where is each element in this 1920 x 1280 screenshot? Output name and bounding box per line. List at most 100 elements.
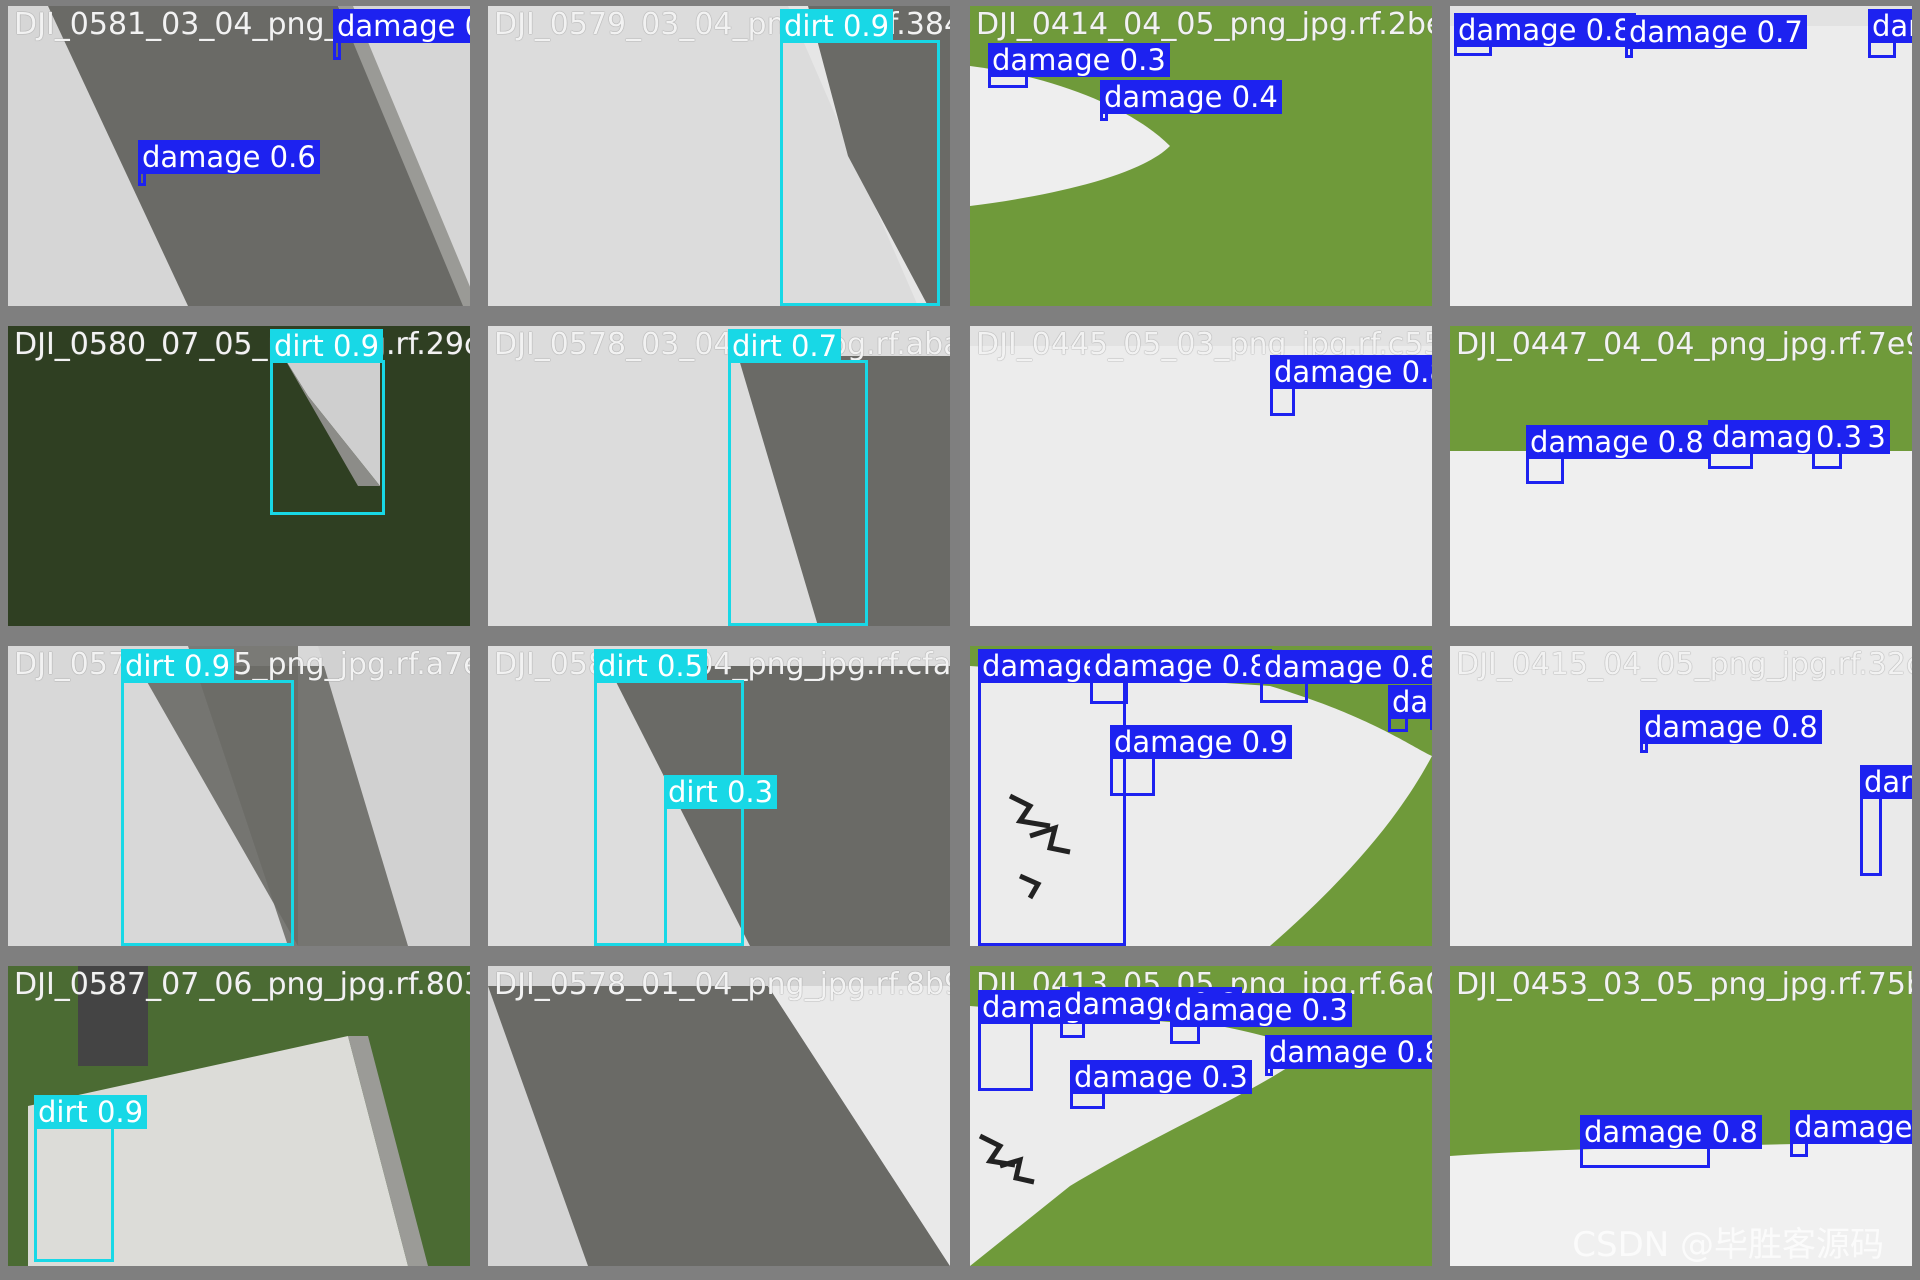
damage-detection-box: damage 0.8 (1580, 1115, 1762, 1168)
dirt-detection-label: dirt 0.7 (728, 329, 842, 363)
tile-image: DJI_0587_07_06_png_jpg.rf.8036dirt 0.9 (8, 966, 470, 1266)
tile-filename: DJI_0414_04_05_png_jpg.rf.2be (976, 7, 1432, 42)
detection-tile: DJI_0579_03_04_png_jpg.rf.384c dirt 0.9 (488, 6, 950, 306)
tile-image: DJI_0581_03_04_png_jpg.rf.damage 0.3dama… (8, 6, 470, 306)
dirt-detection-label: dirt 0.9 (780, 9, 894, 43)
detection-tile: damage 0.8damage 0.7 damage 0.6 (1450, 6, 1912, 306)
dirt-detection-box: dirt 0.7 (728, 329, 868, 626)
damage-detection-label: damage 0.8 (1265, 1035, 1432, 1069)
tile-filename: DJI_0447_04_04_png_jpg.rf.7e9 (1456, 327, 1912, 362)
damage-detection-box: damage 0.4 (1100, 80, 1282, 121)
tile-image: damage 0.3damage 0.8damage 0.8damage 0.3… (970, 646, 1432, 946)
watermark: CSDN @毕胜客源码 (1572, 1225, 1884, 1265)
damage-detection-box: damage 0.3 (1070, 1060, 1252, 1109)
tile-image: DJI_0579_04_05_png_jpg.rf.a7e dirt 0.9 (8, 646, 470, 946)
damage-detection-label: damage 0.8 (1090, 649, 1272, 683)
damage-detection-box: damage 0.3 (1708, 420, 1890, 469)
dirt-detection-box: dirt 0.9 (780, 9, 940, 306)
detection-tile: DJI_0581_03_04_png_jpg.rf.damage 0.3dama… (8, 6, 470, 306)
damage-detection-label: damage 0.3 (988, 43, 1170, 77)
tile-filename: DJI_0578_03_04_png_jpg.rf.aba (494, 327, 950, 362)
tile-image: DJI_0586_05_04_png_jpg.rf.cfa dirt 0.5 dir… (488, 646, 950, 946)
damage-detection-label: damage 0.9 (1110, 725, 1292, 759)
damage-detection-label: damage 0.4 (1100, 80, 1282, 114)
damage-detection-label: damage 0.6 (1868, 9, 1912, 43)
damage-detection-box: damage 0.3 (978, 990, 1160, 1091)
damage-detection-box: damage 0.6 (1868, 9, 1912, 58)
damage-detection-box: damage 0.7 (1625, 15, 1807, 58)
detection-tile: DJI_0447_04_04_png_jpg.rf.7e9damage 0.8 d… (1450, 326, 1912, 626)
damage-detection-box: damage 0.9 (1860, 765, 1912, 876)
tile-filename: DJI_0415_04_05_png_jpg.rf.32c (1456, 647, 1912, 682)
tile-image: DJI_0447_04_04_png_jpg.rf.7e9damage 0.8 d… (1450, 326, 1912, 626)
damage-detection-box: damage 0.9 (1110, 725, 1292, 796)
tile-image: DJI_0414_04_05_png_jpg.rf.2be damage 0.3 d… (970, 6, 1432, 306)
damage-detection-box: damage 0.8 (1090, 649, 1272, 704)
damage-detection-box: damage 0.8 (1060, 987, 1242, 1038)
damage-detection-box: damage 0.3 (333, 9, 470, 60)
damage-detection-label: damage 0.6 (138, 140, 320, 174)
tile-filename: DJI_0587_07_06_png_jpg.rf.8036 (14, 967, 470, 1002)
damage-detection-box: damage 0.3 (988, 43, 1170, 88)
dirt-detection-label: dirt 0.5 (594, 649, 708, 683)
damage-detection-label: damage 0.3 (1070, 1060, 1252, 1094)
tile-image: DJI_0445_05_03_png_jpg.rf.c55e damage 0.8 (970, 326, 1432, 626)
damage-detection-label: damage 0.8 (1526, 425, 1708, 459)
dirt-detection-label: dirt 0.3 (664, 775, 778, 809)
damage-detection-box: damage 0.3 (1388, 685, 1432, 732)
tile-image: DJI_0579_03_04_png_jpg.rf.384c dirt 0.9 (488, 6, 950, 306)
damage-detection-label: damage 0.7 (1625, 15, 1807, 49)
tile-filename: DJI_0579_04_05_png_jpg.rf.a7e (14, 647, 470, 682)
dirt-detection-box: dirt 0.9 (121, 649, 294, 946)
damage-detection-box: damage 0.8 (1640, 710, 1822, 753)
detection-tile: DJI_0580_07_05_png_jpg.rf.29c5 dirt 0.9 (8, 326, 470, 626)
damage-detection-label: damage 0.8 (1640, 710, 1822, 744)
detection-tile: DJI_0415_04_05_png_jpg.rf.32cdamage 0.8 d… (1450, 646, 1912, 946)
tile-filename: DJI_0578_01_04_png_jpg.rf.8b9 (494, 967, 950, 1002)
detection-tile: DJI_0578_03_04_png_jpg.rf.aba dirt 0.7 (488, 326, 950, 626)
detection-tile: DJI_0445_05_03_png_jpg.rf.c55e damage 0.8 (970, 326, 1432, 626)
damage-detection-label: damage 0.7 (1790, 1110, 1912, 1144)
damage-detection-label: damage 0.3 (1430, 685, 1432, 719)
tile-image: DJI_0578_03_04_png_jpg.rf.aba dirt 0.7 (488, 326, 950, 626)
damage-detection-box: damage 0.8 (1260, 650, 1432, 703)
tile-filename: DJI_0580_07_05_png_jpg.rf.29c5 (14, 327, 470, 362)
damage-detection-label: damage 0.8 (1260, 650, 1432, 684)
tile-image: DJI_0413_05_05_png_jpg.rf.6a0damage 0.3d… (970, 966, 1432, 1266)
damage-detection-label: damage 0.8 (1580, 1115, 1762, 1149)
damage-detection-box: damage 0.3 (1170, 993, 1352, 1044)
tile-filename: DJI_0586_05_04_png_jpg.rf.cfa (494, 647, 950, 682)
damage-detection-box: damage 0.7 (1790, 1110, 1912, 1157)
detection-tile: DJI_0579_04_05_png_jpg.rf.a7e dirt 0.9 (8, 646, 470, 946)
detection-tile: DJI_0413_05_05_png_jpg.rf.6a0damage 0.3d… (970, 966, 1432, 1266)
detection-tile: DJI_0586_05_04_png_jpg.rf.cfa dirt 0.5 dir… (488, 646, 950, 946)
damage-detection-label: 0.3 (1812, 420, 1867, 454)
damage-detection-box: damage 0.6 (138, 140, 320, 186)
tile-image: damage 0.8damage 0.7 damage 0.6 (1450, 6, 1912, 306)
detection-grid: DJI_0581_03_04_png_jpg.rf.damage 0.3dama… (0, 0, 1920, 1280)
damage-detection-label: damage 0.3 (1170, 993, 1352, 1027)
dirt-detection-label: dirt 0.9 (121, 649, 235, 683)
damage-detection-label: damage 0.3 (333, 9, 470, 43)
damage-detection-label: damage 0.8 (1454, 13, 1636, 47)
damage-detection-box: damage 0.8 (1270, 355, 1432, 416)
damage-detection-label: damage 0.3 (1388, 685, 1432, 719)
damage-detection-box: 0.3 (1812, 420, 1867, 469)
damage-detection-box: damage 0.8 (1265, 1035, 1432, 1076)
detection-tile: DJI_0414_04_05_png_jpg.rf.2be damage 0.3 d… (970, 6, 1432, 306)
damage-detection-label: damage 0.8 (1270, 355, 1432, 389)
dirt-detection-box: dirt 0.9 (270, 329, 385, 515)
damage-detection-box: damage 0.8 (1454, 13, 1636, 56)
tile-image: DJI_0580_07_05_png_jpg.rf.29c5 dirt 0.9 (8, 326, 470, 626)
damage-detection-label: damage 0.9 (1860, 765, 1912, 799)
dirt-detection-label: dirt 0.9 (34, 1095, 148, 1129)
dirt-detection-box: dirt 0.9 (34, 1095, 148, 1262)
detection-tile: damage 0.3damage 0.8damage 0.8damage 0.3… (970, 646, 1432, 946)
damage-detection-box: damage 0.3 (978, 649, 1160, 946)
damage-detection-box: damage 0.8 (1526, 425, 1708, 484)
detection-tile: DJI_0587_07_06_png_jpg.rf.8036dirt 0.9 (8, 966, 470, 1266)
tile-image: DJI_0415_04_05_png_jpg.rf.32cdamage 0.8 d… (1450, 646, 1912, 946)
tile-image: DJI_0578_01_04_png_jpg.rf.8b9 (488, 966, 950, 1266)
dirt-detection-label: dirt 0.9 (270, 329, 384, 363)
detection-tile: DJI_0578_01_04_png_jpg.rf.8b9 (488, 966, 950, 1266)
